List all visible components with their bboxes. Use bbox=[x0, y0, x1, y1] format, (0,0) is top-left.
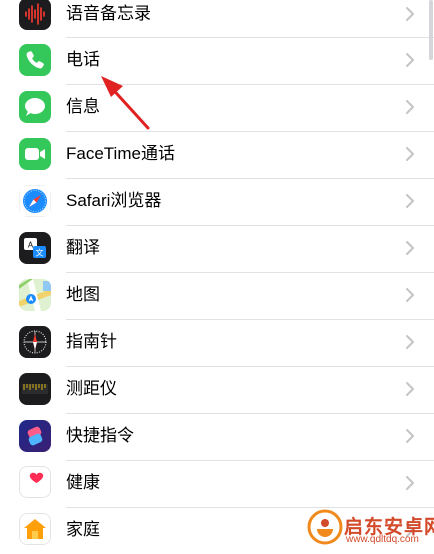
settings-row-label: 健康 bbox=[66, 473, 100, 492]
settings-row-label: 信息 bbox=[66, 97, 100, 116]
voice-memos-icon bbox=[19, 0, 51, 30]
svg-text:文: 文 bbox=[36, 248, 44, 258]
maps-icon bbox=[19, 279, 51, 311]
settings-row-phone[interactable]: 电话 bbox=[0, 37, 434, 84]
watermark-url: www.qdltdq.com bbox=[346, 534, 419, 545]
measure-icon bbox=[19, 373, 51, 405]
scroll-indicator[interactable] bbox=[429, 0, 433, 60]
chevron-right-icon bbox=[406, 382, 414, 396]
settings-row-health[interactable]: 健康 bbox=[0, 460, 434, 507]
chevron-right-icon bbox=[406, 194, 414, 208]
chevron-right-icon bbox=[406, 288, 414, 302]
facetime-icon bbox=[19, 138, 51, 170]
chevron-right-icon bbox=[406, 100, 414, 114]
chevron-right-icon bbox=[406, 335, 414, 349]
settings-row-translate[interactable]: A 文 翻译 bbox=[0, 225, 434, 272]
chevron-right-icon bbox=[406, 241, 414, 255]
translate-icon: A 文 bbox=[19, 232, 51, 264]
settings-row-label: 家庭 bbox=[66, 520, 100, 539]
settings-row-label: 地图 bbox=[66, 285, 100, 304]
settings-row-messages[interactable]: 信息 bbox=[0, 84, 434, 131]
settings-row-compass[interactable]: 指南针 bbox=[0, 319, 434, 366]
settings-row-measure[interactable]: 测距仪 bbox=[0, 366, 434, 413]
phone-icon bbox=[19, 44, 51, 76]
chevron-right-icon bbox=[406, 147, 414, 161]
shortcuts-icon bbox=[19, 420, 51, 452]
settings-row-maps[interactable]: 地图 bbox=[0, 272, 434, 319]
safari-icon bbox=[19, 185, 51, 217]
health-icon bbox=[19, 466, 51, 498]
settings-row-safari[interactable]: Safari浏览器 bbox=[0, 178, 434, 225]
settings-row-voice-memos[interactable]: 语音备忘录 bbox=[0, 0, 434, 37]
settings-row-label: 语音备忘录 bbox=[66, 4, 151, 23]
settings-row-label: 快捷指令 bbox=[66, 426, 134, 445]
settings-row-label: Safari浏览器 bbox=[66, 191, 162, 210]
messages-icon bbox=[19, 91, 51, 123]
settings-row-facetime[interactable]: FaceTime通话 bbox=[0, 131, 434, 178]
settings-row-label: FaceTime通话 bbox=[66, 144, 175, 163]
svg-text:A: A bbox=[28, 241, 34, 250]
settings-row-label: 指南针 bbox=[66, 332, 117, 351]
settings-row-shortcuts[interactable]: 快捷指令 bbox=[0, 413, 434, 460]
home-icon bbox=[19, 513, 51, 545]
compass-icon bbox=[19, 326, 51, 358]
chevron-right-icon bbox=[406, 476, 414, 490]
settings-row-label: 电话 bbox=[66, 50, 100, 69]
chevron-right-icon bbox=[406, 7, 414, 21]
watermark-logo-icon bbox=[307, 509, 343, 545]
chevron-right-icon bbox=[406, 53, 414, 67]
chevron-right-icon bbox=[406, 429, 414, 443]
watermark: 启东安卓网 www.qdltdq.com bbox=[303, 505, 434, 547]
settings-row-label: 翻译 bbox=[66, 238, 100, 257]
settings-row-label: 测距仪 bbox=[66, 379, 117, 398]
